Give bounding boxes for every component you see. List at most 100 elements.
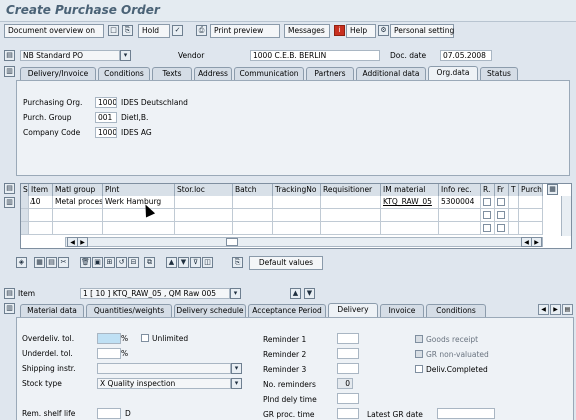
grid-checkbox[interactable]	[497, 211, 505, 219]
grid-cell-row1-col8[interactable]	[321, 196, 381, 209]
grid-cell-row1-col12[interactable]	[495, 196, 509, 209]
personal-setting-icon[interactable]: ⚙	[378, 25, 389, 36]
grid-checkbox[interactable]	[483, 224, 491, 232]
item-detail-collapse-icon[interactable]: ▥	[4, 303, 15, 314]
grid-cell-row1-col14[interactable]	[519, 196, 543, 209]
sort-descending-icon[interactable]: ▼	[178, 257, 189, 268]
header-collapse-icon[interactable]: ▥	[4, 66, 15, 77]
deliv-completed-checkbox[interactable]	[415, 365, 423, 373]
grid-cell-row1-col5[interactable]	[175, 196, 233, 209]
grid-cell-row1-col11[interactable]	[481, 196, 495, 209]
header-toggle-icon[interactable]: ▤	[4, 50, 15, 61]
grid-checkbox[interactable]	[483, 198, 491, 206]
grid-cell[interactable]	[175, 222, 233, 235]
item-detail-toggle-icon[interactable]: ▤	[4, 288, 15, 299]
column-header-item[interactable]: Item	[29, 184, 53, 196]
grid-cell[interactable]	[233, 209, 273, 222]
rem-shelf-life-field[interactable]	[97, 408, 121, 419]
item-overview-toggle-icon[interactable]: ▤	[4, 183, 15, 194]
tab-scroll-right-icon[interactable]: ▶	[550, 304, 561, 315]
previous-item-icon[interactable]: ▲	[290, 288, 301, 299]
column-header-matl-group[interactable]: Matl group	[53, 184, 103, 196]
grid-cell[interactable]	[481, 209, 495, 222]
column-header-fr[interactable]: Fr	[495, 184, 509, 196]
column-header-trackingno[interactable]: TrackingNo	[273, 184, 321, 196]
grid-cell[interactable]	[519, 222, 543, 235]
item-select-field[interactable]: 1 [ 10 ] KTQ_RAW_05 , QM Raw 005	[80, 288, 230, 299]
underdel-field[interactable]	[97, 348, 121, 359]
insert-icon[interactable]: ⊞	[104, 257, 115, 268]
gr-non-valuated-checkbox[interactable]	[415, 350, 423, 358]
grid-settings-icon[interactable]: ▦	[547, 184, 558, 195]
grid-cell[interactable]	[321, 209, 381, 222]
messages-button[interactable]: Messages	[284, 24, 330, 38]
item-tab-acceptance-period[interactable]: Acceptance Period	[248, 304, 326, 317]
grid-cell-row1-col9[interactable]: KTQ_RAW_05	[381, 196, 439, 209]
scroll-end-right-icon[interactable]: ▶	[531, 237, 542, 247]
overdeliv-field[interactable]	[97, 333, 121, 344]
column-header-plnt[interactable]: Plnt	[103, 184, 175, 196]
goods-receipt-checkbox[interactable]	[415, 335, 423, 343]
details-icon[interactable]: ◈	[16, 257, 27, 268]
latest-gr-date-field[interactable]	[437, 408, 495, 419]
grid-cell-row1-col6[interactable]	[233, 196, 273, 209]
services-icon[interactable]: ⎘	[232, 257, 243, 268]
paste-icon[interactable]: ⧉	[144, 257, 155, 268]
document-overview-button[interactable]: Document overview on	[4, 24, 104, 38]
grid-cell[interactable]	[519, 209, 543, 222]
purch-group-code-field[interactable]: 001	[95, 112, 117, 123]
header-tab-communication[interactable]: Communication	[234, 67, 304, 80]
reminder2-field[interactable]	[337, 348, 359, 359]
hold-button[interactable]: Hold	[138, 24, 170, 38]
grid-cell[interactable]	[103, 222, 175, 235]
grid-cell[interactable]	[29, 222, 53, 235]
column-header-requisitioner[interactable]: Requisitioner	[321, 184, 381, 196]
unlimited-checkbox[interactable]	[141, 334, 149, 342]
personal-setting-button[interactable]: Personal setting	[390, 24, 454, 38]
grid-cell[interactable]	[495, 209, 509, 222]
header-tab-conditions[interactable]: Conditions	[98, 67, 150, 80]
grid-cell[interactable]	[321, 222, 381, 235]
select-all-icon[interactable]: ▦	[34, 257, 45, 268]
grid-checkbox[interactable]	[483, 211, 491, 219]
block-icon[interactable]: ⊟	[128, 257, 139, 268]
column-header-r-[interactable]: R.	[481, 184, 495, 196]
grid-cell[interactable]	[103, 209, 175, 222]
cut-icon[interactable]: ✂	[58, 257, 69, 268]
doc-type-dropdown-icon[interactable]: ▾	[120, 50, 131, 61]
item-tab-invoice[interactable]: Invoice	[380, 304, 424, 317]
grid-cell[interactable]	[495, 222, 509, 235]
other-po-icon[interactable]: ⎘	[122, 25, 133, 36]
doc-date-field[interactable]: 07.05.2008	[440, 50, 492, 61]
grid-cell[interactable]	[439, 222, 481, 235]
doc-type-field[interactable]: NB Standard PO	[20, 50, 120, 61]
grid-cell[interactable]	[509, 209, 519, 222]
grid-cell-row1-col13[interactable]	[509, 196, 519, 209]
tab-list-icon[interactable]: ▤	[562, 304, 573, 315]
deselect-all-icon[interactable]: ▤	[46, 257, 57, 268]
vertical-scrollbar[interactable]	[561, 196, 571, 236]
grid-cell-row1-col7[interactable]	[273, 196, 321, 209]
help-button[interactable]: Help	[346, 24, 376, 38]
company-code-field[interactable]: 1000	[95, 127, 117, 138]
grid-cell[interactable]	[381, 209, 439, 222]
grid-cell-row1-col3[interactable]: Metal process	[53, 196, 103, 209]
grid-cell[interactable]	[53, 209, 103, 222]
horizontal-scrollbar[interactable]	[65, 237, 543, 247]
header-tab-delivery-invoice[interactable]: Delivery/Invoice	[20, 67, 96, 80]
grid-cell[interactable]	[381, 222, 439, 235]
purch-org-code-field[interactable]: 1000	[95, 97, 117, 108]
column-header-purch[interactable]: Purch	[519, 184, 543, 196]
shipping-instr-field[interactable]	[97, 363, 231, 374]
grid-cell[interactable]	[29, 209, 53, 222]
tab-scroll-left-icon[interactable]: ◀	[538, 304, 549, 315]
item-tab-delivery[interactable]: Delivery	[328, 303, 378, 317]
new-document-icon[interactable]: □	[108, 25, 119, 36]
gr-proc-time-field[interactable]	[337, 408, 359, 419]
filter-icon[interactable]: ⊽	[190, 257, 201, 268]
column-header-batch[interactable]: Batch	[233, 184, 273, 196]
column-header-s[interactable]: S	[21, 184, 29, 196]
column-header-info-rec-[interactable]: Info rec.	[439, 184, 481, 196]
grid-cell[interactable]	[273, 222, 321, 235]
header-tab-address[interactable]: Address	[194, 67, 232, 80]
